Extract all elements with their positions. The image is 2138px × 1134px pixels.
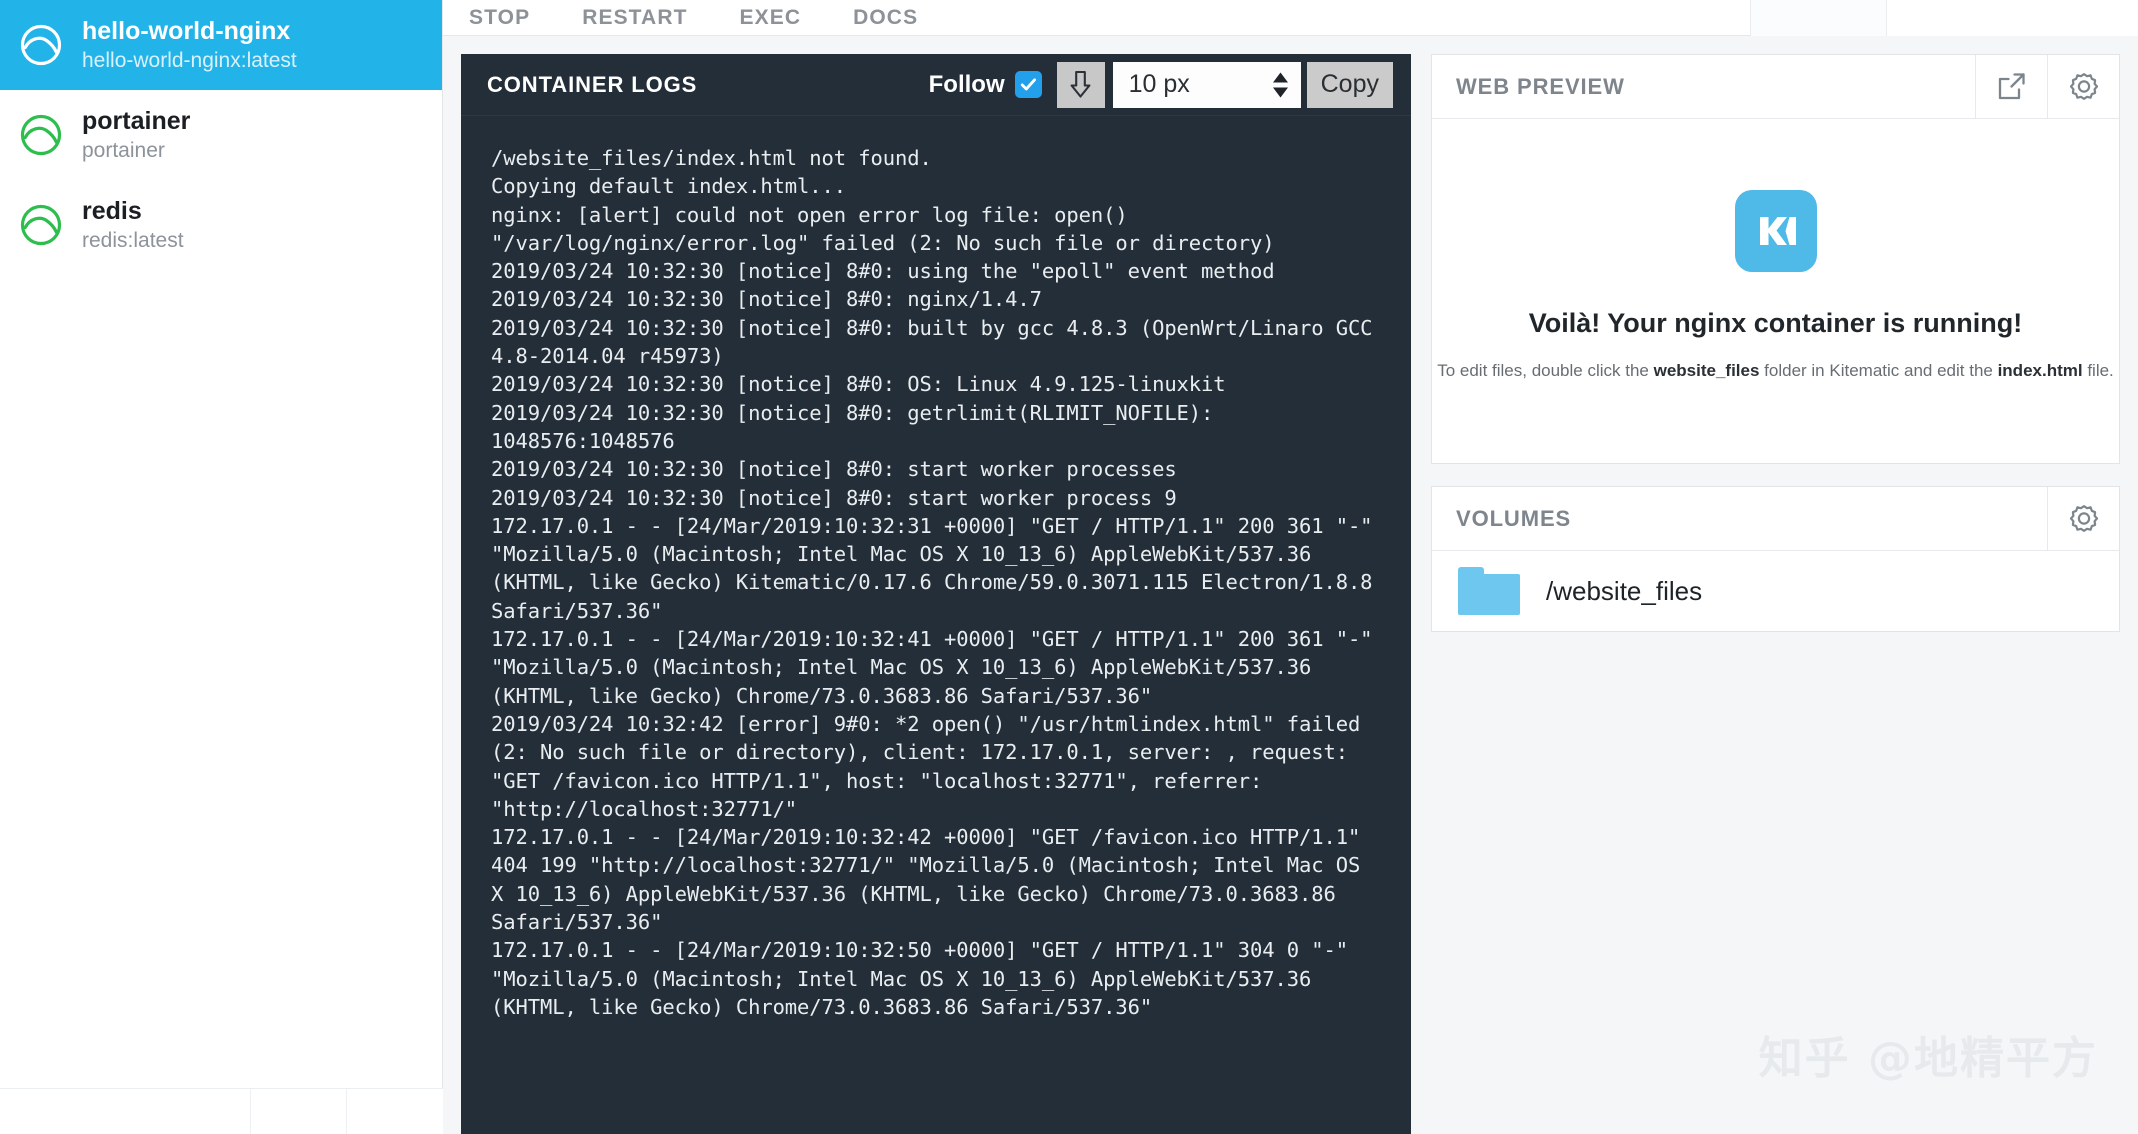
web-preview-card: WEB PREVIEW Voilà! Your nginx container … [1431,54,2120,464]
preview-subtext-part2: folder in Kitematic and edit the [1759,360,1998,380]
check-icon [1020,78,1036,91]
sidebar-footer-cell-3[interactable] [347,1089,443,1134]
log-font-size-stepper[interactable]: 10 px [1112,61,1301,108]
kitematic-window: hello-world-nginx hello-world-nginx:late… [0,0,2138,1134]
web-preview-header: WEB PREVIEW [1432,55,2119,119]
volumes-list: /website_files [1432,551,2119,631]
sidebar-item-hello-world-nginx[interactable]: hello-world-nginx hello-world-nginx:late… [0,0,442,90]
preview-subtext: To edit files, double click the website_… [1437,361,2114,381]
preview-heading: Voilà! Your nginx container is running! [1528,307,2023,338]
content-area: CONTAINER LOGS Follow 10 px Copy /websit… [443,36,2138,1134]
volumes-header: VOLUMES [1432,487,2119,551]
list-item[interactable]: /website_files [1458,567,1702,615]
preview-subtext-part1: To edit files, double click the [1437,360,1654,380]
folder-icon [1458,567,1520,615]
right-column: WEB PREVIEW Voilà! Your nginx container … [1431,54,2120,1134]
container-image: redis:latest [82,228,184,252]
chevron-down-icon [1272,87,1288,97]
container-image: hello-world-nginx:latest [82,48,297,72]
stop-button[interactable]: STOP [443,6,556,30]
container-status-icon [8,113,74,157]
copy-logs-button[interactable]: Copy [1306,61,1393,108]
follow-checkbox[interactable] [1014,71,1042,98]
web-preview-settings-button[interactable] [2047,55,2119,118]
docs-button[interactable]: DOCS [827,6,944,30]
sidebar-footer-cell-2[interactable] [251,1089,347,1134]
volumes-title: VOLUMES [1456,505,1572,531]
follow-control[interactable]: Follow [929,71,1042,99]
exec-button[interactable]: EXEC [714,6,828,30]
container-status-icon [8,203,74,247]
kitematic-logo-icon [1734,189,1817,272]
container-item-text: redis redis:latest [74,196,184,255]
container-list-sidebar: hello-world-nginx hello-world-nginx:late… [0,0,443,1134]
sidebar-footer-cell-1[interactable] [0,1089,251,1134]
container-status-icon [8,23,74,67]
container-image: portainer [82,138,165,162]
toolbar-section-a [1750,0,1886,36]
web-preview-body: Voilà! Your nginx container is running! … [1432,119,2119,463]
logs-header: CONTAINER LOGS Follow 10 px Copy [461,54,1411,116]
main-area: STOP RESTART EXEC DOCS CONTAINER LOGS Fo… [443,0,2138,1134]
logs-scroll-area[interactable]: /website_files/index.html not found. Cop… [461,116,1411,1134]
sidebar-footer-bar [0,1088,443,1134]
sidebar-item-portainer[interactable]: portainer portainer [0,90,442,180]
preview-subtext-bold1: website_files [1653,360,1760,380]
logs-column: CONTAINER LOGS Follow 10 px Copy /websit… [461,54,1411,1134]
stepper-arrows[interactable] [1272,72,1289,98]
volume-path: /website_files [1546,575,1703,606]
container-item-text: portainer portainer [74,106,190,165]
gear-icon [2069,504,2098,532]
container-action-toolbar: STOP RESTART EXEC DOCS [443,0,2138,36]
external-link-icon [1998,73,2025,100]
follow-label: Follow [928,70,1005,98]
container-item-text: hello-world-nginx hello-world-nginx:late… [74,16,297,75]
web-preview-title: WEB PREVIEW [1456,73,1625,99]
restart-button[interactable]: RESTART [556,6,713,30]
logs-panel-title: CONTAINER LOGS [487,71,698,97]
download-arrow-icon [1070,70,1091,98]
preview-subtext-part3: file. [2082,360,2114,380]
container-name: hello-world-nginx [82,16,291,45]
chevron-up-icon [1272,72,1288,82]
gear-icon [2069,72,2098,100]
container-name: redis [82,196,142,225]
log-font-size-value: 10 px [1128,70,1190,98]
open-in-browser-button[interactable] [1975,55,2047,118]
volumes-card: VOLUMES /website_files [1431,486,2120,632]
sidebar-item-redis[interactable]: redis redis:latest [0,180,442,270]
scroll-to-bottom-button[interactable] [1056,61,1105,108]
preview-subtext-bold2: index.html [1997,360,2083,380]
volumes-settings-button[interactable] [2047,487,2119,550]
toolbar-section-b [1886,0,2138,36]
container-logs-panel: CONTAINER LOGS Follow 10 px Copy /websit… [461,54,1411,1134]
container-name: portainer [82,106,191,135]
logs-text: /website_files/index.html not found. Cop… [491,146,1373,1019]
